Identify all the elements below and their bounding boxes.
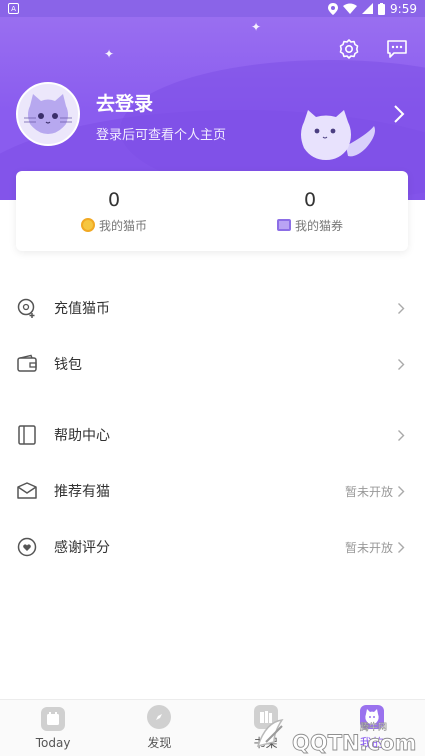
heart-rating-icon [16, 536, 38, 558]
cat-illustration [296, 104, 380, 166]
stat-cat-tickets[interactable]: 0 我的猫券 [212, 189, 408, 234]
chevron-right-icon [398, 302, 405, 314]
menu-right-wallet [397, 358, 405, 371]
wallet-stats-card: 0 我的猫币 0 我的猫券 [16, 171, 408, 251]
signal-icon [362, 3, 374, 14]
menu-right-help [397, 429, 405, 442]
profile-menu: 充值猫币 钱包 帮助中心 推荐有猫 暂未开放 感谢评分 暂未开放 [0, 280, 425, 575]
sparkle-decoration: ✦ [104, 47, 115, 61]
settings-icon[interactable] [337, 37, 361, 61]
menu-item-recharge[interactable]: 充值猫币 [0, 280, 425, 336]
tab-today[interactable]: Today [0, 700, 106, 756]
location-icon [328, 2, 339, 15]
bottom-tab-bar: Today 发现 书架 我的 [0, 699, 425, 756]
battery-icon [378, 2, 386, 15]
avatar[interactable] [16, 82, 80, 146]
menu-section-gap [0, 392, 425, 407]
cat-tickets-label: 我的猫券 [294, 218, 343, 233]
profile-page: A 9:59 ✦ ✦ 去登录 登录后可查看个人主页 0 我的猫币 0 我的猫券 … [0, 0, 425, 756]
recharge-icon [16, 297, 38, 319]
not-open-label: 暂未开放 [344, 484, 393, 499]
tab-label-mine: 我的 [359, 736, 384, 750]
help-book-icon [16, 424, 38, 446]
notification-icon: A [8, 3, 19, 14]
menu-right-recharge [397, 302, 405, 315]
status-bar: A 9:59 [0, 0, 425, 17]
tab-discover[interactable]: 发现 [106, 700, 212, 756]
menu-item-help[interactable]: 帮助中心 [0, 407, 425, 463]
tab-bookshelf[interactable]: 书架 [213, 700, 319, 756]
tab-label-bookshelf: 书架 [253, 736, 278, 750]
tab-label-today: Today [35, 735, 71, 750]
chevron-right-icon [398, 429, 405, 441]
cat-avatar-icon [24, 94, 72, 134]
login-subtitle: 登录后可查看个人主页 [96, 128, 227, 143]
tab-label-discover: 发现 [147, 736, 172, 750]
sparkle-decoration: ✦ [251, 20, 262, 34]
cat-coins-label-row: 我的猫币 [80, 217, 147, 234]
menu-item-rating[interactable]: 感谢评分 暂未开放 [0, 519, 425, 575]
wallet-icon [16, 353, 38, 375]
profile-cat-icon [359, 705, 384, 729]
profile-header: A 9:59 ✦ ✦ 去登录 登录后可查看个人主页 [0, 0, 425, 200]
menu-label-recharge: 充值猫币 [54, 301, 110, 317]
not-open-label: 暂未开放 [344, 540, 393, 555]
header-actions [337, 37, 409, 61]
status-time: 9:59 [390, 1, 417, 16]
chevron-right-icon [398, 358, 405, 370]
menu-right-recommend: 暂未开放 [345, 483, 405, 500]
stat-cat-coins[interactable]: 0 我的猫币 [16, 189, 212, 234]
menu-label-wallet: 钱包 [54, 357, 82, 373]
chevron-right-icon [398, 541, 405, 553]
chevron-right-icon[interactable] [391, 103, 407, 125]
menu-label-rating: 感谢评分 [54, 540, 110, 556]
menu-right-rating: 暂未开放 [345, 539, 405, 556]
cat-coins-label: 我的猫币 [98, 218, 147, 233]
bookshelf-icon [253, 705, 278, 729]
menu-item-recommend[interactable]: 推荐有猫 暂未开放 [0, 463, 425, 519]
recommend-icon [16, 480, 38, 502]
message-icon[interactable] [385, 37, 409, 61]
login-title[interactable]: 去登录 [96, 89, 153, 116]
cat-tickets-value: 0 [303, 188, 317, 211]
cat-coins-value: 0 [107, 188, 121, 211]
menu-item-wallet[interactable]: 钱包 [0, 336, 425, 392]
cat-tickets-label-row: 我的猫券 [276, 217, 343, 234]
tab-mine[interactable]: 我的 [319, 700, 425, 756]
calendar-icon [41, 706, 66, 731]
menu-label-help: 帮助中心 [54, 428, 110, 444]
status-icons: 9:59 [328, 2, 417, 16]
discover-icon [147, 705, 172, 729]
ticket-icon [276, 219, 291, 231]
coin-icon [80, 218, 95, 232]
chevron-right-icon [398, 485, 405, 497]
wifi-icon [343, 3, 358, 14]
menu-label-recommend: 推荐有猫 [54, 484, 110, 500]
